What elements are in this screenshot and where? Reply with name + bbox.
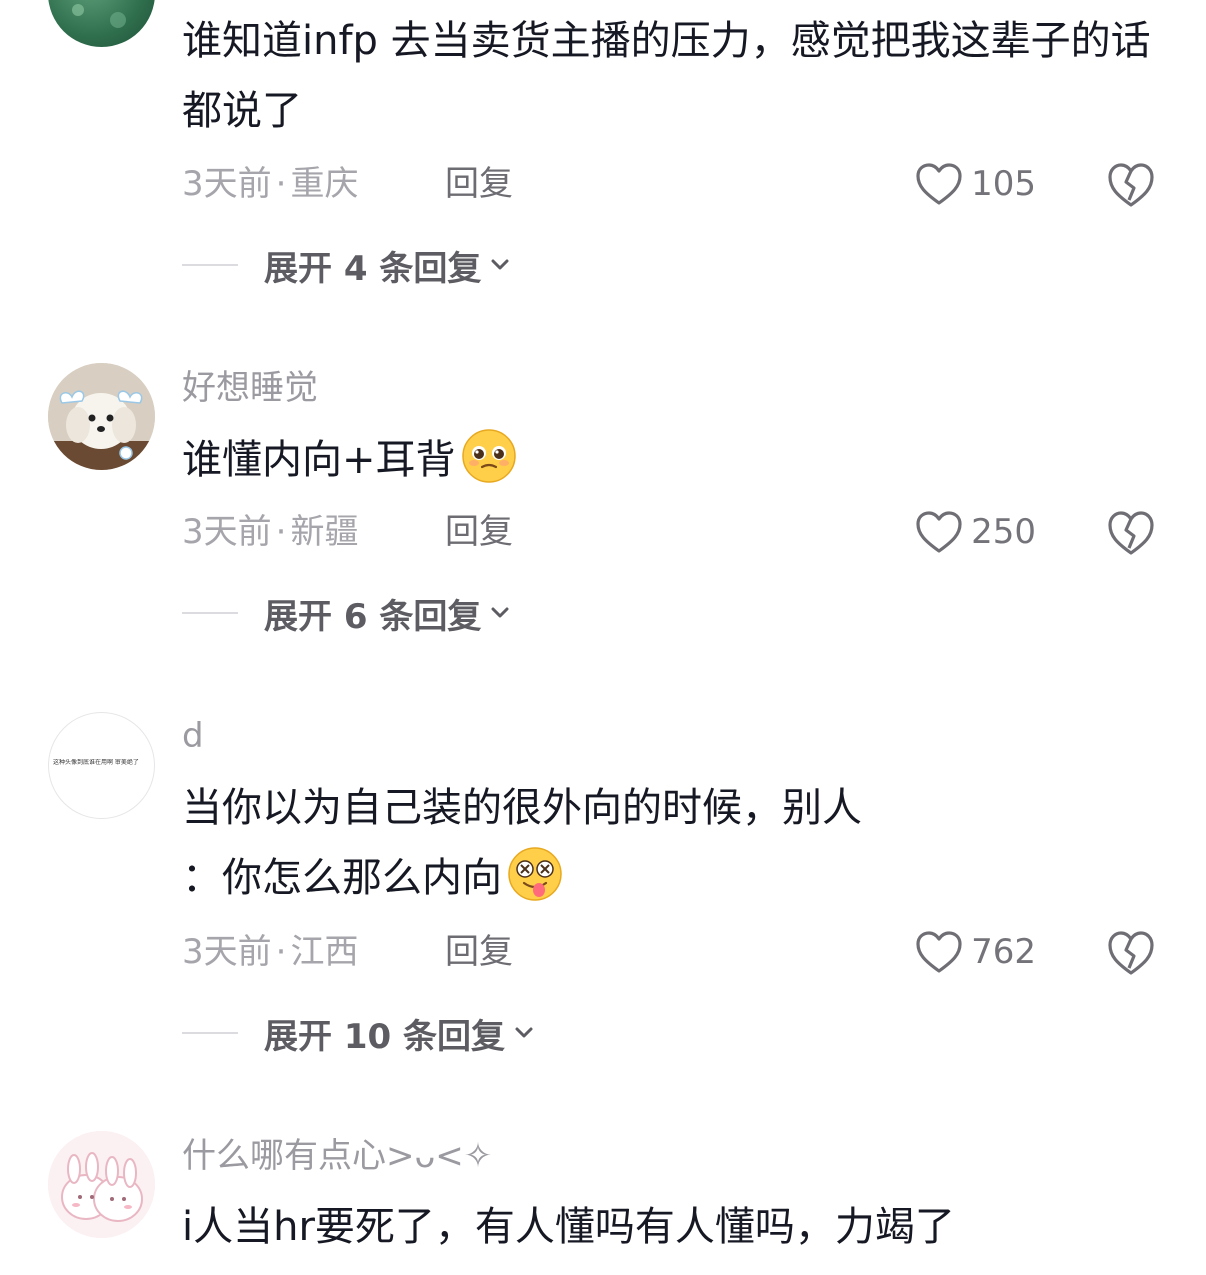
- pink-bunny-avatar-icon: [48, 1131, 155, 1238]
- avatar[interactable]: [48, 1131, 155, 1238]
- username[interactable]: 什么哪有点心>ᴗ<✧: [182, 1136, 492, 1176]
- comment-text: i人当hr要死了，有人懂吗有人懂吗，力竭了: [182, 1204, 955, 1250]
- comment-item: 什么哪有点心>ᴗ<✧ i人当hr要死了，有人懂吗有人懂吗，力竭了: [0, 0, 1206, 1275]
